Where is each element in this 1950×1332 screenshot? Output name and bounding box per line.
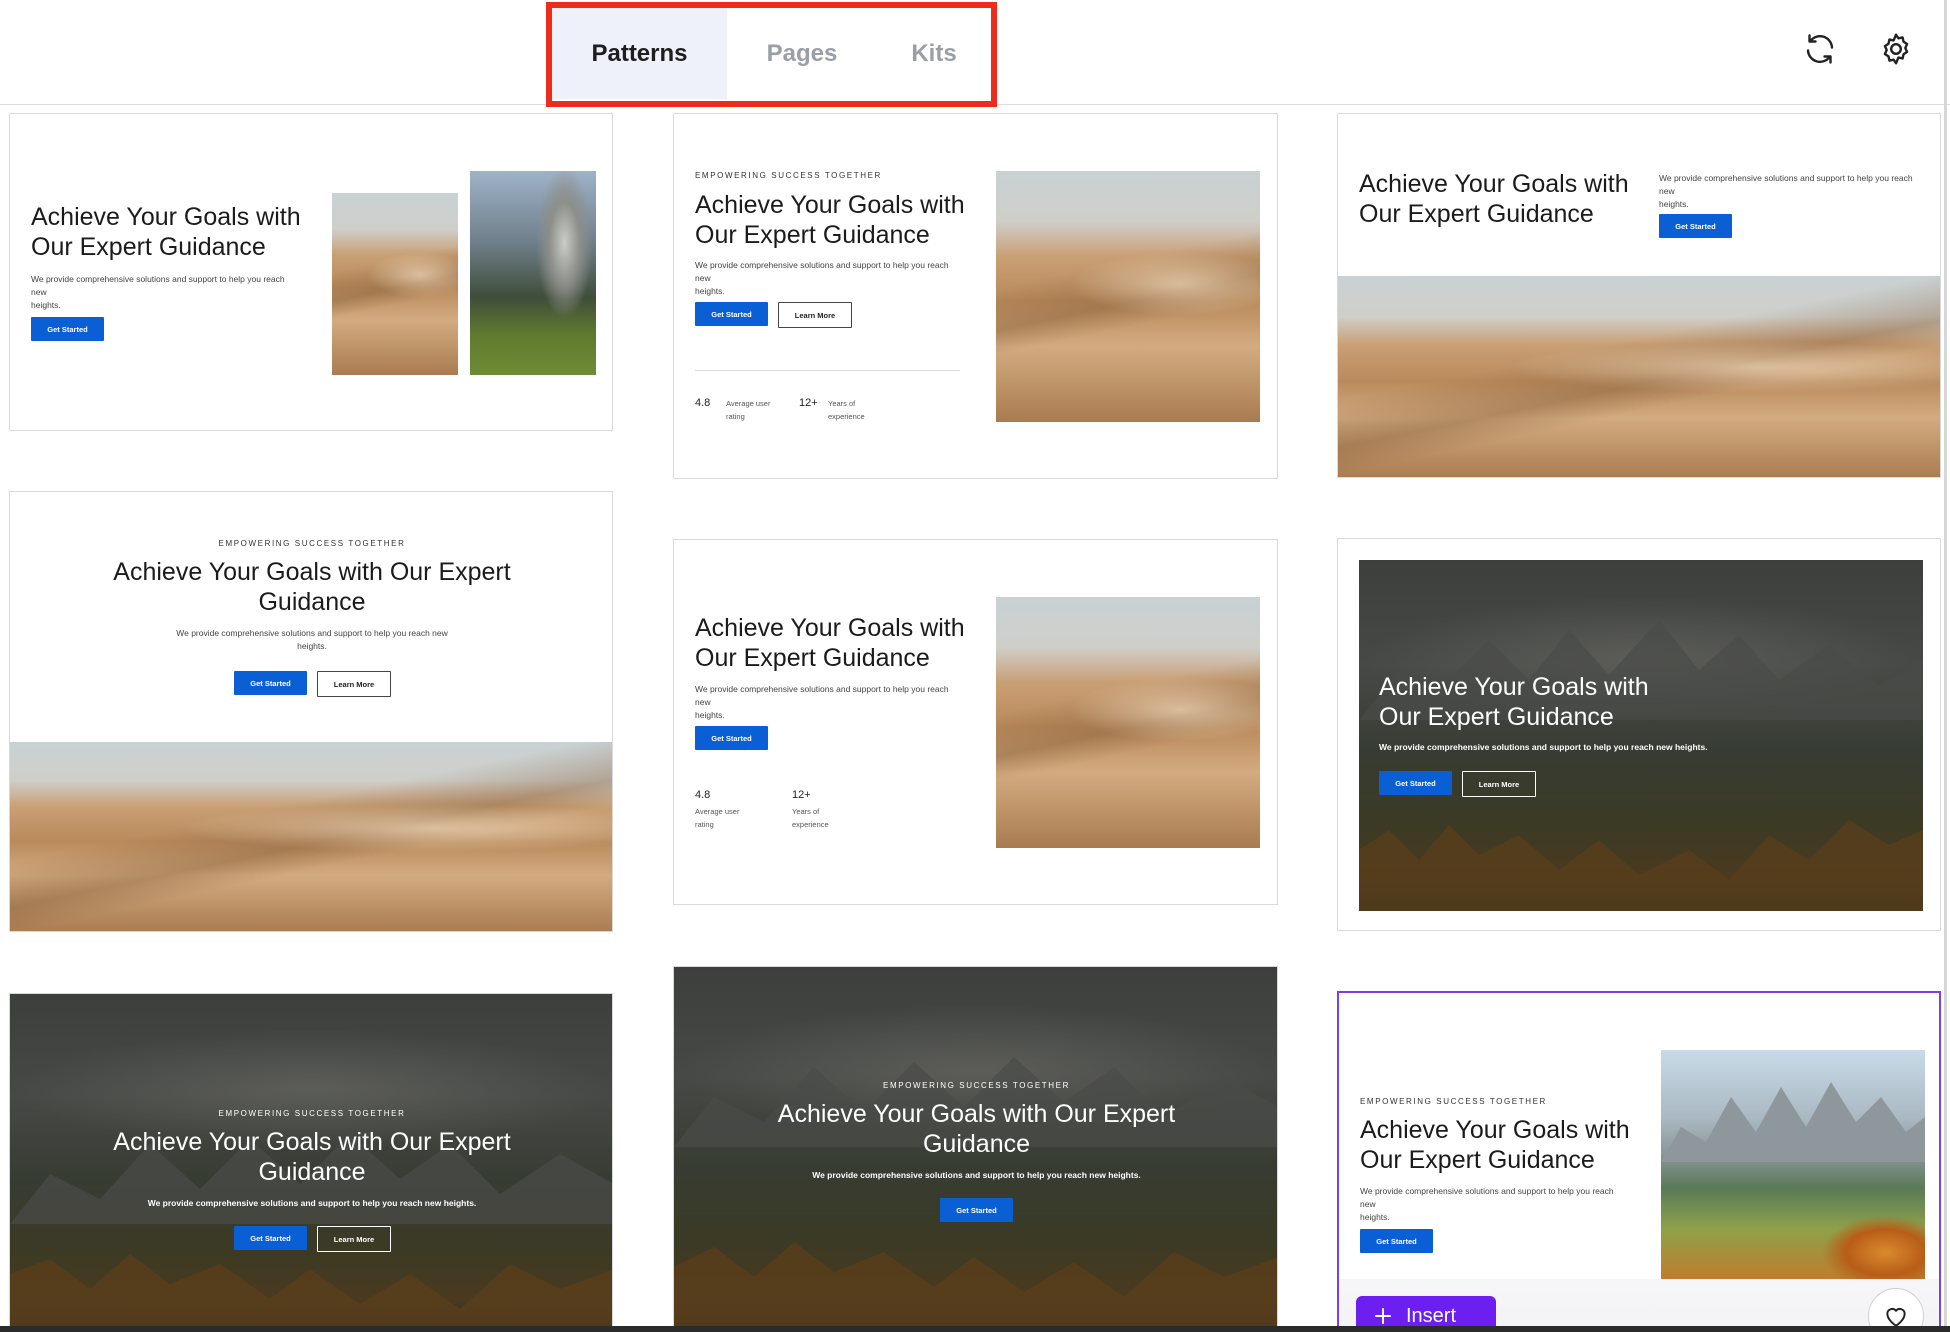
card-heading: Our Expert Guidance	[1359, 200, 1594, 228]
learn-more-button[interactable]: Learn More	[317, 671, 391, 697]
pattern-card-6[interactable]: Achieve Your Goals with Our Expert Guida…	[1337, 538, 1941, 931]
card-description: heights.	[297, 641, 327, 651]
get-started-button[interactable]: Get Started	[695, 302, 768, 326]
pattern-card-8[interactable]: EMPOWERING SUCCESS TOGETHER Achieve Your…	[673, 966, 1278, 1332]
desert-dunes-image	[332, 193, 458, 375]
card-description: We provide comprehensive solutions and s…	[695, 684, 949, 707]
card-heading: Guidance	[258, 1158, 366, 1186]
card-heading: Achieve Your Goals with	[695, 614, 965, 642]
stat-label: rating	[726, 412, 745, 421]
get-started-button[interactable]: Get Started	[695, 726, 768, 750]
get-started-button[interactable]: Get Started	[31, 317, 104, 341]
card-description: We provide comprehensive solutions and s…	[1379, 742, 1708, 752]
card-description: heights.	[31, 300, 61, 310]
tab-pages[interactable]: Pages	[727, 8, 877, 99]
pattern-card-4[interactable]: EMPOWERING SUCCESS TOGETHER Achieve Your…	[9, 491, 613, 932]
card-description: We provide comprehensive solutions and s…	[1360, 1186, 1614, 1209]
alpine-mountain-image	[1661, 1050, 1925, 1280]
card-description: We provide comprehensive solutions and s…	[812, 1170, 1141, 1180]
card-heading: Achieve Your Goals with	[695, 191, 965, 219]
card-eyebrow: EMPOWERING SUCCESS TOGETHER	[1360, 1097, 1547, 1106]
card-heading: Our Expert Guidance	[31, 233, 266, 261]
stat-label: experience	[792, 820, 829, 829]
dark-mountain-forest-image: Achieve Your Goals with Our Expert Guida…	[1359, 560, 1923, 911]
pattern-card-7[interactable]: EMPOWERING SUCCESS TOGETHER Achieve Your…	[9, 993, 613, 1332]
pattern-card-1[interactable]: Achieve Your Goals with Our Expert Guida…	[9, 113, 613, 431]
card-eyebrow: EMPOWERING SUCCESS TOGETHER	[218, 1109, 406, 1118]
stat-label: Years of	[792, 807, 820, 816]
desert-dunes-image	[996, 597, 1260, 848]
stat-label: rating	[695, 820, 714, 829]
card-description: We provide comprehensive solutions and s…	[147, 1198, 477, 1208]
desert-dunes-image	[1338, 276, 1940, 477]
card-description: heights.	[1360, 1212, 1390, 1222]
card-heading: Our Expert Guidance	[1360, 1146, 1595, 1174]
card-heading: Guidance	[922, 1130, 1031, 1158]
stat-label: Average user	[726, 399, 771, 408]
get-started-button[interactable]: Get Started	[940, 1198, 1013, 1222]
stat-value: 12+	[792, 789, 811, 801]
card-heading: Achieve Your Goals with	[31, 203, 301, 231]
divider	[695, 370, 960, 371]
desert-dunes-image	[10, 742, 612, 931]
card-description: We provide comprehensive solutions and s…	[695, 260, 949, 283]
card-description: We provide comprehensive solutions and s…	[31, 274, 285, 297]
get-started-button[interactable]: Get Started	[234, 1226, 307, 1250]
tab-kits[interactable]: Kits	[877, 8, 991, 99]
pattern-card-3[interactable]: Achieve Your Goals with Our Expert Guida…	[1337, 113, 1941, 478]
desert-dunes-image	[996, 171, 1260, 422]
stat-label: Years of	[828, 399, 856, 408]
card-heading: Achieve Your Goals with	[1359, 170, 1629, 198]
card-heading: Our Expert Guidance	[1379, 703, 1614, 731]
card-heading: Guidance	[258, 588, 366, 616]
learn-more-button[interactable]: Learn More	[778, 302, 852, 328]
stat-label: Average user	[695, 807, 740, 816]
stat-value: 4.8	[695, 397, 711, 409]
card-description: heights.	[695, 710, 725, 720]
scrollbar[interactable]	[1944, 0, 1947, 1332]
card-eyebrow: EMPOWERING SUCCESS TOGETHER	[883, 1081, 1070, 1090]
get-started-button[interactable]: Get Started	[1379, 771, 1452, 795]
insert-button-label: Insert	[1406, 1304, 1457, 1327]
card-heading: Our Expert Guidance	[695, 644, 930, 672]
pattern-card-2[interactable]: EMPOWERING SUCCESS TOGETHER Achieve Your…	[673, 113, 1278, 479]
pattern-card-5[interactable]: Achieve Your Goals with Our Expert Guida…	[673, 539, 1278, 905]
refresh-icon[interactable]	[1802, 31, 1838, 67]
bottom-edge	[0, 1326, 1950, 1332]
card-heading: Achieve Your Goals with	[1360, 1116, 1630, 1144]
learn-more-button[interactable]: Learn More	[1462, 771, 1536, 797]
stat-value: 4.8	[695, 789, 711, 801]
gear-icon[interactable]	[1878, 31, 1914, 67]
card-heading: Achieve Your Goals with Our Expert	[113, 1128, 511, 1156]
pattern-card-9-selected[interactable]: EMPOWERING SUCCESS TOGETHER Achieve Your…	[1337, 991, 1941, 1332]
card-description: heights.	[1659, 199, 1689, 209]
card-heading: Achieve Your Goals with	[1379, 673, 1649, 701]
learn-more-button[interactable]: Learn More	[317, 1226, 391, 1252]
card-eyebrow: EMPOWERING SUCCESS TOGETHER	[695, 171, 882, 180]
get-started-button[interactable]: Get Started	[1659, 214, 1732, 238]
get-started-button[interactable]: Get Started	[1360, 1229, 1433, 1253]
stat-label: experience	[828, 412, 865, 421]
heart-icon	[1886, 1308, 1906, 1327]
card-description: We provide comprehensive solutions and s…	[1659, 173, 1913, 196]
card-eyebrow: EMPOWERING SUCCESS TOGETHER	[218, 539, 406, 548]
dark-mountain-forest-image: EMPOWERING SUCCESS TOGETHER Achieve Your…	[10, 994, 612, 1332]
stat-value: 12+	[799, 397, 818, 409]
dark-mountain-forest-image: EMPOWERING SUCCESS TOGETHER Achieve Your…	[674, 967, 1277, 1332]
card-heading: Our Expert Guidance	[695, 221, 930, 249]
card-heading: Achieve Your Goals with Our Expert	[777, 1100, 1176, 1128]
tab-patterns[interactable]: Patterns	[552, 8, 727, 99]
card-description: We provide comprehensive solutions and s…	[176, 628, 448, 638]
plus-icon	[1375, 1308, 1391, 1324]
card-description: heights.	[695, 286, 725, 296]
get-started-button[interactable]: Get Started	[234, 671, 307, 695]
forest-cliff-image	[470, 171, 596, 375]
card-heading: Achieve Your Goals with Our Expert	[113, 558, 511, 586]
